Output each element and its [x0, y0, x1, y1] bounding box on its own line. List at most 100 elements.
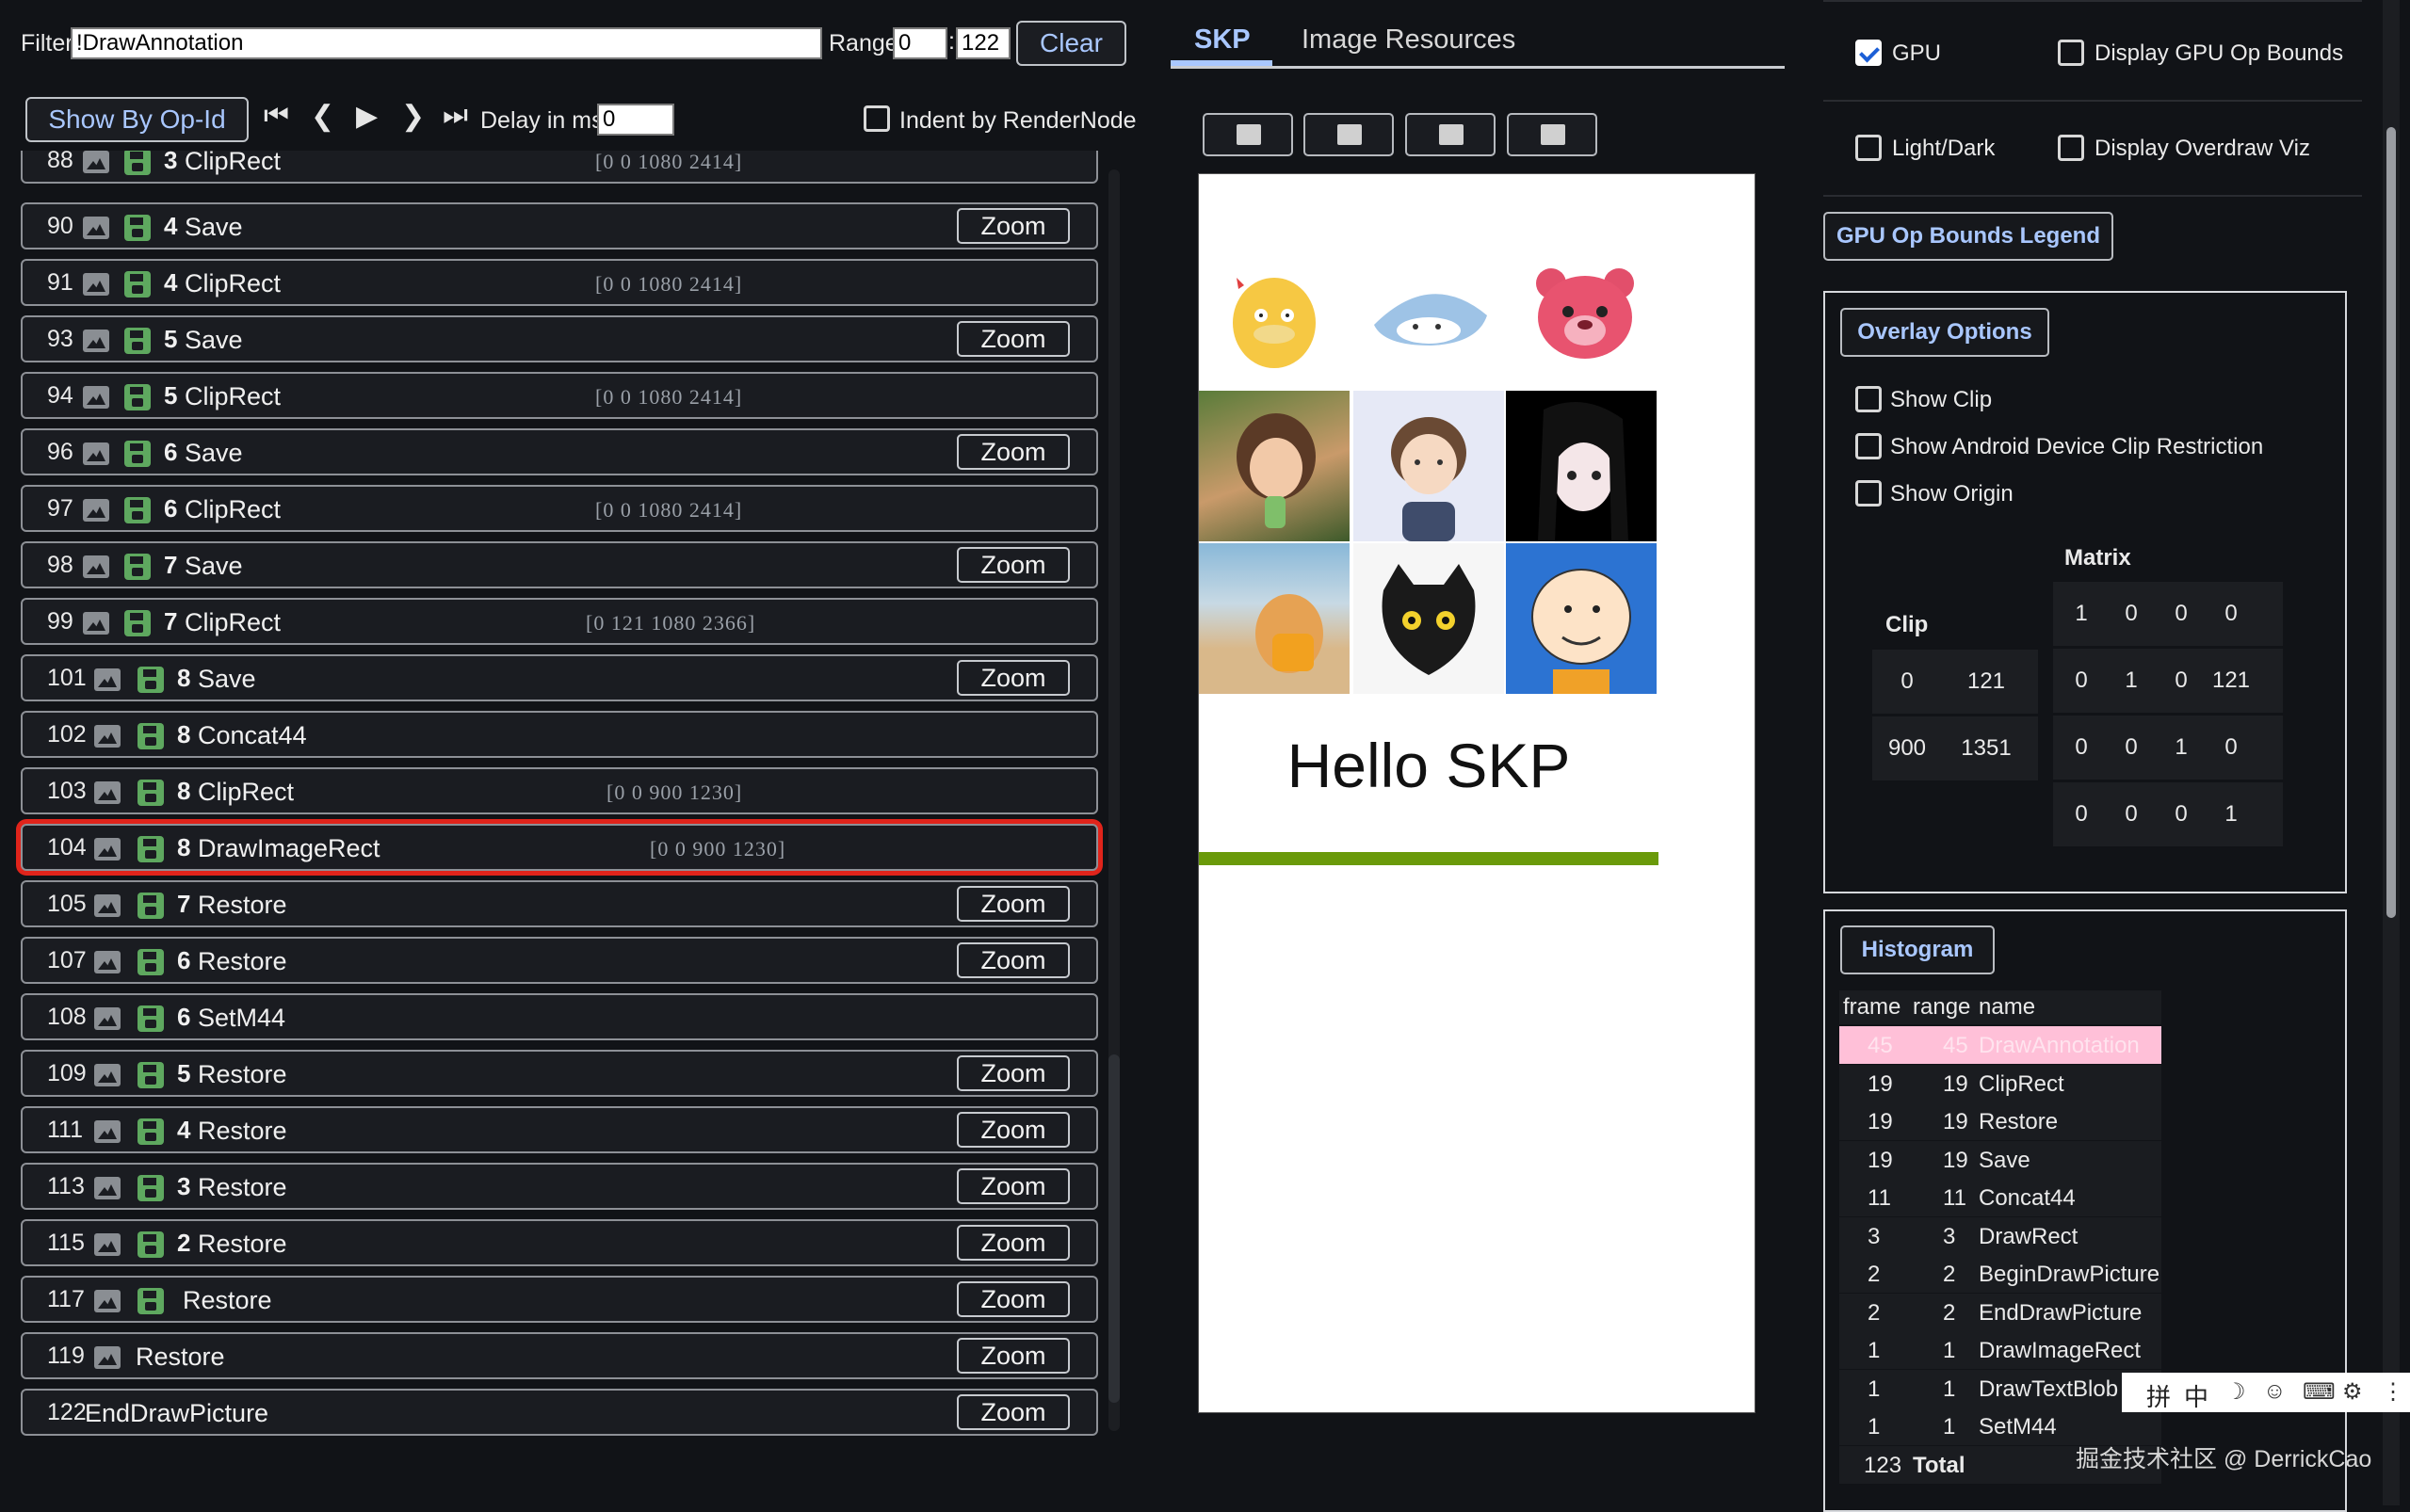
ime-punct-icon[interactable]: ☽ — [2225, 1378, 2246, 1406]
command-row[interactable]: 109 5 Restore Zoom — [21, 1050, 1098, 1097]
command-row[interactable]: 90 4 Save Zoom — [21, 202, 1098, 249]
command-list-scrollthumb[interactable] — [1108, 1054, 1120, 1403]
image-icon[interactable] — [94, 1177, 121, 1199]
save-icon[interactable] — [137, 723, 164, 749]
zoom-button[interactable]: Zoom — [957, 1338, 1070, 1374]
image-icon[interactable] — [94, 725, 121, 748]
command-row[interactable]: 88 3 ClipRect [0 0 1080 2414] — [21, 151, 1098, 184]
overdraw-checkbox[interactable] — [2058, 135, 2084, 161]
ime-toolbar[interactable]: 拼 中 ☽ ☺ ⌨ ⚙ ⋮ — [2122, 1373, 2410, 1412]
save-icon[interactable] — [137, 1118, 164, 1145]
zoom-button[interactable]: Zoom — [957, 1112, 1070, 1148]
save-icon[interactable] — [137, 836, 164, 862]
histogram-row[interactable]: 1 1 DrawImageRect — [1839, 1331, 2161, 1369]
show-android-clip-checkbox[interactable] — [1855, 433, 1882, 459]
image-icon[interactable] — [94, 1346, 121, 1369]
right-scrollthumb[interactable] — [2386, 127, 2396, 918]
zoom-button[interactable]: Zoom — [957, 321, 1070, 357]
image-icon[interactable] — [94, 1120, 121, 1143]
ime-pinyin-icon[interactable]: 拼 — [2146, 1378, 2171, 1413]
histogram-row[interactable]: 2 2 BeginDrawPicture — [1839, 1255, 2161, 1293]
zoom-4x-button[interactable] — [1405, 113, 1496, 156]
command-row[interactable]: 93 5 Save Zoom — [21, 315, 1098, 362]
save-icon[interactable] — [124, 215, 151, 241]
show-origin-checkbox[interactable] — [1855, 480, 1882, 507]
image-icon[interactable] — [94, 1007, 121, 1030]
histogram-button[interactable]: Histogram — [1840, 925, 1995, 974]
zoom-8x-button[interactable] — [1507, 113, 1597, 156]
save-icon[interactable] — [137, 667, 164, 693]
image-icon[interactable] — [94, 668, 121, 691]
histogram-row[interactable]: 19 19 Restore — [1839, 1102, 2161, 1140]
save-icon[interactable] — [124, 554, 151, 580]
skip-to-end-icon[interactable]: ⏭ — [443, 100, 468, 132]
image-icon[interactable] — [83, 499, 109, 522]
command-row[interactable]: 96 6 Save Zoom — [21, 428, 1098, 475]
clear-button[interactable]: Clear — [1016, 21, 1126, 66]
save-icon[interactable] — [124, 441, 151, 467]
command-row[interactable]: 111 4 Restore Zoom — [21, 1106, 1098, 1153]
image-icon[interactable] — [94, 781, 121, 804]
save-icon[interactable] — [137, 949, 164, 975]
save-icon[interactable] — [124, 328, 151, 354]
command-row[interactable]: 122 EndDrawPicture Zoom — [21, 1389, 1098, 1436]
skp-canvas[interactable]: Hello SKP — [1198, 173, 1755, 1413]
zoom-1x-button[interactable] — [1203, 113, 1293, 156]
ime-more-icon[interactable]: ⋮ — [2382, 1378, 2404, 1406]
command-row[interactable]: 115 2 Restore Zoom — [21, 1219, 1098, 1266]
image-icon[interactable] — [83, 273, 109, 296]
play-icon[interactable]: ▶ — [356, 100, 378, 133]
command-row[interactable]: 113 3 Restore Zoom — [21, 1163, 1098, 1210]
command-row[interactable]: 117 Restore Zoom — [21, 1276, 1098, 1323]
save-icon[interactable] — [137, 1288, 164, 1314]
image-icon[interactable] — [83, 217, 109, 239]
save-icon[interactable] — [137, 1175, 164, 1201]
zoom-2x-button[interactable] — [1303, 113, 1394, 156]
zoom-button[interactable]: Zoom — [957, 660, 1070, 696]
save-icon[interactable] — [124, 610, 151, 636]
zoom-button[interactable]: Zoom — [957, 1168, 1070, 1204]
histogram-row[interactable]: 19 19 ClipRect — [1839, 1064, 2161, 1102]
image-icon[interactable] — [94, 1290, 121, 1312]
image-icon[interactable] — [94, 838, 121, 861]
histogram-row[interactable]: 2 2 EndDrawPicture — [1839, 1293, 2161, 1331]
zoom-button[interactable]: Zoom — [957, 547, 1070, 583]
zoom-button[interactable]: Zoom — [957, 434, 1070, 470]
command-row[interactable]: 119 Restore Zoom — [21, 1332, 1098, 1379]
delay-input[interactable]: 0 — [597, 104, 674, 136]
command-row[interactable]: 97 6 ClipRect [0 0 1080 2414] — [21, 485, 1098, 532]
filter-input[interactable]: !DrawAnnotation — [71, 27, 822, 59]
save-icon[interactable] — [137, 780, 164, 806]
step-back-icon[interactable]: ❮ — [311, 100, 334, 133]
range-end-input[interactable]: 122 — [956, 27, 1011, 59]
save-icon[interactable] — [137, 893, 164, 919]
skip-to-start-icon[interactable]: ⏮ — [264, 100, 289, 132]
tab-skp[interactable]: SKP — [1194, 24, 1251, 56]
light-dark-checkbox[interactable] — [1855, 135, 1882, 161]
command-row[interactable]: 105 7 Restore Zoom — [21, 880, 1098, 927]
save-icon[interactable] — [137, 1231, 164, 1258]
zoom-button[interactable]: Zoom — [957, 886, 1070, 922]
image-icon[interactable] — [94, 951, 121, 973]
ime-keyboard-icon[interactable]: ⌨ — [2303, 1378, 2336, 1406]
image-icon[interactable] — [83, 555, 109, 578]
command-row[interactable]: 98 7 Save Zoom — [21, 541, 1098, 588]
command-row[interactable]: 102 8 Concat44 — [21, 711, 1098, 758]
step-forward-icon[interactable]: ❯ — [401, 100, 425, 133]
image-icon[interactable] — [83, 442, 109, 465]
indent-checkbox[interactable] — [864, 105, 890, 132]
save-icon[interactable] — [137, 1005, 164, 1032]
save-icon[interactable] — [124, 497, 151, 523]
save-icon[interactable] — [124, 384, 151, 410]
overlay-options-button[interactable]: Overlay Options — [1840, 308, 2049, 357]
save-icon[interactable] — [137, 1062, 164, 1088]
save-icon[interactable] — [124, 271, 151, 298]
image-icon[interactable] — [83, 612, 109, 635]
gpu-bounds-checkbox[interactable] — [2058, 40, 2084, 66]
image-icon[interactable] — [94, 1233, 121, 1256]
ime-chinese-icon[interactable]: 中 — [2184, 1378, 2208, 1413]
show-clip-checkbox[interactable] — [1855, 386, 1882, 412]
gpu-bounds-legend-button[interactable]: GPU Op Bounds Legend — [1823, 212, 2113, 261]
image-icon[interactable] — [83, 330, 109, 352]
histogram-row[interactable]: 11 11 Concat44 — [1839, 1179, 2161, 1216]
